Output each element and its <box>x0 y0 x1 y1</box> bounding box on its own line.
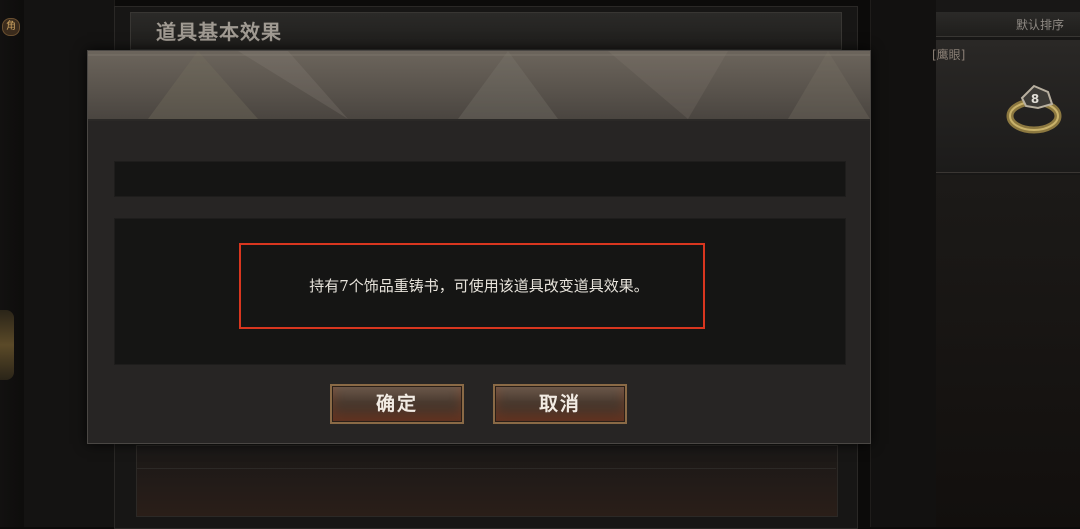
item-tag: [鹰眼] <box>932 48 966 62</box>
item-effect-title: 道具基本效果 <box>156 20 282 44</box>
inventory-lower <box>936 175 1080 527</box>
dialog-info-bar <box>114 161 846 197</box>
dialog-message: 持有7个饰品重铸书，可使用该道具改变道具效果。 <box>309 277 649 295</box>
left-ornament <box>0 310 14 380</box>
confirm-dialog: 持有7个饰品重铸书，可使用该道具改变道具效果。 确定 取消 <box>87 50 871 444</box>
cancel-button[interactable]: 取消 <box>493 384 627 424</box>
dialog-header <box>88 51 870 121</box>
header-pattern <box>88 51 870 119</box>
footer-divider <box>136 468 836 469</box>
left-badge: 角 <box>2 18 20 36</box>
sort-button[interactable]: 默认排序 <box>1016 16 1064 33</box>
item-effect-footer <box>136 445 838 517</box>
right-divider <box>870 0 938 527</box>
ring-icon: 8 <box>1006 84 1062 134</box>
svg-text:8: 8 <box>1031 92 1039 106</box>
confirm-button[interactable]: 确定 <box>330 384 464 424</box>
